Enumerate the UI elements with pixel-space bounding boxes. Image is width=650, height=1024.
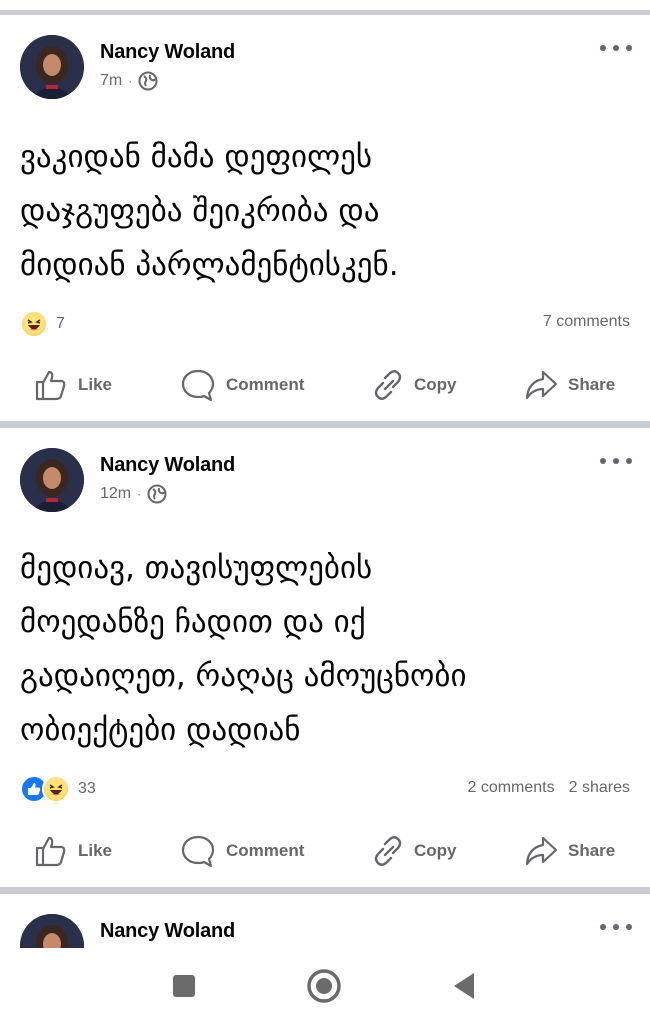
comment-icon bbox=[181, 369, 215, 402]
feed-separator bbox=[0, 421, 650, 428]
copy-label: Copy bbox=[414, 375, 457, 394]
post-author[interactable]: Nancy Woland bbox=[100, 41, 235, 64]
engagement-counts: 7 comments bbox=[543, 313, 630, 331]
system-navigation-bar bbox=[0, 948, 650, 1024]
action-bar: Like Comment Copy Share bbox=[0, 360, 650, 410]
recents-square-icon[interactable] bbox=[164, 966, 204, 1006]
post-text: მედიავ, თავისუფლების მოედანზე ჩადით და ი… bbox=[20, 550, 467, 748]
post-author[interactable]: Nancy Woland bbox=[100, 920, 235, 943]
more-options-icon[interactable] bbox=[600, 921, 632, 933]
reaction-count: 33 bbox=[78, 780, 96, 797]
comments-count[interactable]: 2 comments bbox=[467, 779, 554, 797]
copy-label: Copy bbox=[414, 841, 457, 860]
meta-separator: · bbox=[137, 487, 142, 501]
action-bar: Like Comment Copy Share bbox=[0, 826, 650, 876]
thumbs-up-icon bbox=[35, 836, 66, 867]
post-author[interactable]: Nancy Woland bbox=[100, 454, 235, 477]
haha-reaction-icon bbox=[20, 310, 48, 338]
comments-count[interactable]: 7 comments bbox=[543, 313, 630, 331]
link-icon bbox=[374, 370, 402, 400]
post-card: Nancy Woland bbox=[0, 894, 650, 948]
globe-icon bbox=[138, 71, 158, 91]
avatar-photo bbox=[20, 914, 84, 948]
avatar-photo bbox=[20, 35, 84, 99]
more-options-icon[interactable] bbox=[600, 455, 632, 467]
comment-label: Comment bbox=[226, 841, 305, 860]
shares-count[interactable]: 2 shares bbox=[569, 779, 630, 797]
haha-reaction-icon bbox=[42, 775, 70, 803]
back-triangle-icon[interactable] bbox=[444, 966, 484, 1006]
feed-separator bbox=[0, 887, 650, 894]
post-meta: 12m · bbox=[100, 484, 167, 504]
facebook-feed: Nancy Woland 7m · ვაკიდან მამა დეფილეს დ… bbox=[0, 0, 650, 1024]
reaction-count: 7 bbox=[56, 315, 65, 332]
copy-button[interactable]: Copy bbox=[372, 826, 457, 876]
like-label: Like bbox=[78, 375, 113, 394]
link-icon bbox=[374, 836, 402, 866]
post-meta: 7m · bbox=[100, 71, 158, 91]
share-arrow-icon bbox=[525, 370, 558, 400]
post-card: Nancy Woland 12m · მედიავ, თავისუფლების … bbox=[0, 428, 650, 887]
post-time[interactable]: 12m bbox=[100, 485, 131, 503]
meta-separator: · bbox=[128, 74, 133, 88]
copy-button[interactable]: Copy bbox=[372, 360, 457, 410]
globe-icon bbox=[147, 484, 167, 504]
home-circle-icon[interactable] bbox=[304, 966, 344, 1006]
post-card: Nancy Woland 7m · ვაკიდან მამა დეფილეს დ… bbox=[0, 15, 650, 421]
share-label: Share bbox=[568, 375, 616, 394]
like-button[interactable]: Like bbox=[34, 360, 112, 410]
post-time[interactable]: 7m bbox=[100, 72, 122, 90]
share-button[interactable]: Share bbox=[524, 360, 615, 410]
comment-icon bbox=[181, 835, 215, 868]
post-text: ვაკიდან მამა დეფილეს დაჯგუფება შეიკრიბა … bbox=[20, 139, 399, 283]
avatar[interactable] bbox=[20, 448, 84, 512]
thumbs-up-icon bbox=[35, 370, 66, 401]
engagement-counts: 2 comments 2 shares bbox=[467, 779, 630, 797]
more-options-icon[interactable] bbox=[600, 42, 632, 54]
avatar[interactable] bbox=[20, 914, 84, 948]
comment-label: Comment bbox=[226, 375, 305, 394]
comment-button[interactable]: Comment bbox=[180, 360, 304, 410]
avatar-photo bbox=[20, 448, 84, 512]
share-arrow-icon bbox=[525, 836, 558, 866]
share-button[interactable]: Share bbox=[524, 826, 615, 876]
reaction-summary[interactable]: 7 bbox=[20, 310, 65, 338]
like-label: Like bbox=[78, 841, 113, 860]
share-label: Share bbox=[568, 841, 616, 860]
reaction-summary[interactable]: 33 bbox=[20, 775, 96, 803]
comment-button[interactable]: Comment bbox=[180, 826, 304, 876]
avatar[interactable] bbox=[20, 35, 84, 99]
like-button[interactable]: Like bbox=[34, 826, 112, 876]
